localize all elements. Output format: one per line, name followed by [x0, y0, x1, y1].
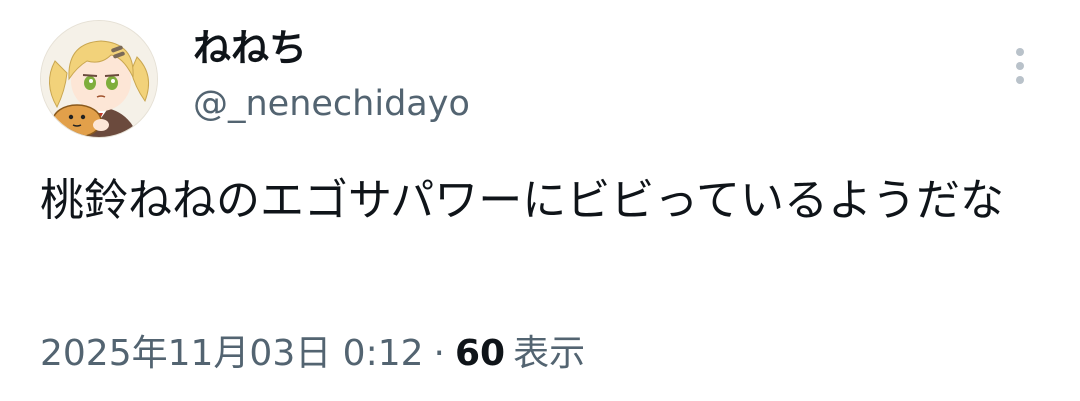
- more-vertical-icon: [1016, 48, 1024, 84]
- more-options-button[interactable]: [1000, 44, 1040, 88]
- meta-separator: ·: [433, 333, 445, 374]
- tweet-text: 桃鈴ねねのエゴサパワーにビビっているようだな: [40, 175, 1005, 226]
- avatar-illustration: [41, 21, 157, 137]
- tweet-meta: 2025年11月03日 0:12 · 60 表示: [40, 330, 585, 378]
- avatar[interactable]: [40, 20, 158, 138]
- user-handle[interactable]: @_nenechidayo: [193, 82, 470, 126]
- views-count[interactable]: 60: [455, 333, 505, 374]
- tweet-timestamp[interactable]: 2025年11月03日 0:12: [40, 333, 424, 374]
- views-label[interactable]: 表示: [505, 333, 585, 374]
- display-name[interactable]: ねねち: [193, 24, 307, 72]
